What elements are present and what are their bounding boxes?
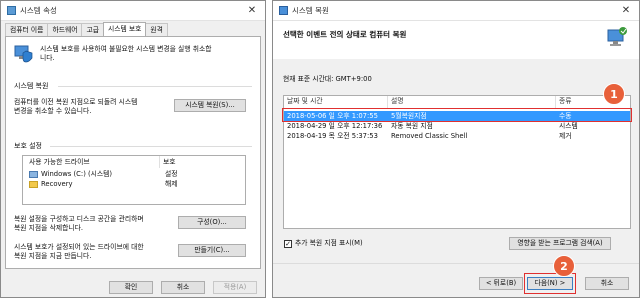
title-bar: 시스템 속성 ✕ bbox=[1, 1, 265, 21]
configure-desc-line1: 복원 설정을 구성하고 디스크 공간을 관리하며 bbox=[14, 215, 144, 223]
title-bar: 시스템 복원 ✕ bbox=[273, 1, 639, 21]
create-button[interactable]: 만들기(C)... bbox=[178, 244, 246, 257]
row-description: 자동 복원 지점 bbox=[391, 122, 433, 130]
row-date: 2018-04-29 일 오후 12:17:36 bbox=[287, 122, 383, 130]
tab-hardware[interactable]: 하드웨어 bbox=[47, 23, 83, 36]
tab-bar: 컴퓨터 이름 하드웨어 고급 시스템 보호 원격 bbox=[5, 22, 168, 37]
window-title: 시스템 속성 bbox=[20, 6, 57, 15]
row-type: 제거 bbox=[559, 132, 572, 140]
drive-name: Recovery bbox=[41, 180, 73, 188]
protection-group-label: 보호 설정 bbox=[14, 142, 42, 150]
tab-content: 시스템 보호를 사용하여 불필요한 시스템 변경을 실행 취소합 니다. 시스템… bbox=[5, 36, 261, 269]
cancel-button[interactable]: 취소 bbox=[161, 281, 205, 294]
restore-desc-line1: 컴퓨터를 이전 복원 지점으로 되돌려 시스템 bbox=[14, 98, 138, 106]
cancel-button[interactable]: 취소 bbox=[585, 277, 629, 290]
drives-column-header-protection: 보호 bbox=[163, 158, 176, 166]
system-restore-window: 시스템 복원 ✕ 선택한 이벤트 전의 상태로 컴퓨터 복원 현재 표준 시간대… bbox=[272, 0, 640, 298]
system-restore-button[interactable]: 시스템 복원(S)... bbox=[174, 99, 246, 112]
table-row[interactable]: 2018-04-19 목 오전 5:37:53 Removed Classic … bbox=[284, 131, 630, 141]
tab-system-protection[interactable]: 시스템 보호 bbox=[102, 22, 147, 36]
apply-button[interactable]: 적용(A) bbox=[213, 281, 257, 294]
drive-row[interactable]: Windows (C:) (시스템) 설정 bbox=[25, 170, 243, 180]
heading: 선택한 이벤트 전의 상태로 컴퓨터 복원 bbox=[283, 30, 407, 39]
close-icon[interactable]: ✕ bbox=[243, 4, 261, 18]
column-header-date[interactable]: 날짜 및 시간 bbox=[284, 96, 388, 108]
app-icon bbox=[7, 6, 16, 15]
row-description: Removed Classic Shell bbox=[391, 132, 468, 140]
row-type: 시스템 bbox=[559, 122, 578, 130]
show-more-label: 추가 복원 지점 표시(M) bbox=[295, 239, 363, 247]
row-date: 2018-04-19 목 오전 5:37:53 bbox=[287, 132, 378, 140]
intro-text-line2: 니다. bbox=[40, 54, 55, 62]
drive-protection: 해제 bbox=[165, 180, 178, 188]
create-desc-line1: 시스템 보호가 설정되어 있는 드라이브에 대한 bbox=[14, 243, 144, 251]
drives-column-header-name: 사용 가능한 드라이브 bbox=[29, 158, 90, 166]
column-separator bbox=[159, 156, 160, 168]
scan-affected-programs-button[interactable]: 영향을 받는 프로그램 검색(A) bbox=[509, 237, 611, 250]
tab-advanced[interactable]: 고급 bbox=[81, 23, 104, 36]
shield-icon bbox=[13, 43, 33, 63]
restore-app-icon bbox=[279, 6, 288, 15]
drive-folder-icon bbox=[29, 181, 38, 188]
drive-protection: 설정 bbox=[165, 170, 178, 178]
create-desc-line2: 복원 지점을 지금 만듭니다. bbox=[14, 252, 92, 260]
intro-text-line1: 시스템 보호를 사용하여 불필요한 시스템 변경을 실행 취소합 bbox=[40, 45, 212, 53]
configure-button[interactable]: 구성(O)... bbox=[178, 216, 246, 229]
system-properties-window: 시스템 속성 ✕ 컴퓨터 이름 하드웨어 고급 시스템 보호 원격 시스템 보호… bbox=[0, 0, 266, 298]
annotation-badge-1: 1 bbox=[603, 83, 625, 105]
annotation-badge-2: 2 bbox=[553, 255, 575, 277]
close-icon[interactable]: ✕ bbox=[617, 4, 635, 18]
ok-button[interactable]: 확인 bbox=[109, 281, 153, 294]
footer-divider bbox=[273, 263, 639, 264]
timezone-text: 현재 표준 시간대: GMT+9:00 bbox=[283, 75, 372, 83]
header-area: 선택한 이벤트 전의 상태로 컴퓨터 복원 bbox=[273, 21, 639, 59]
tab-remote[interactable]: 원격 bbox=[145, 23, 168, 36]
column-header-description[interactable]: 설명 bbox=[388, 96, 556, 108]
restore-desc-line2: 변경을 취소할 수 있습니다. bbox=[14, 107, 92, 115]
drive-row[interactable]: Recovery 해제 bbox=[25, 180, 243, 190]
system-restore-icon bbox=[605, 25, 629, 49]
table-row[interactable]: 2018-04-29 일 오후 12:17:36 자동 복원 지점 시스템 bbox=[284, 121, 630, 131]
drive-system-icon bbox=[29, 171, 38, 178]
show-more-checkbox[interactable]: ✓ bbox=[284, 240, 292, 248]
divider bbox=[50, 146, 252, 147]
configure-desc-line2: 복원 지점을 삭제합니다. bbox=[14, 224, 84, 232]
highlight-box bbox=[282, 108, 632, 122]
drive-name: Windows (C:) (시스템) bbox=[41, 170, 113, 178]
back-button[interactable]: < 뒤로(B) bbox=[479, 277, 523, 290]
window-title: 시스템 복원 bbox=[292, 6, 329, 15]
restore-group-label: 시스템 복원 bbox=[14, 82, 49, 90]
list-header: 날짜 및 시간 설명 종류 bbox=[284, 96, 630, 108]
divider bbox=[58, 86, 252, 87]
tab-computer-name[interactable]: 컴퓨터 이름 bbox=[5, 23, 49, 36]
drives-list: 사용 가능한 드라이브 보호 Windows (C:) (시스템) 설정 Rec… bbox=[22, 155, 246, 205]
